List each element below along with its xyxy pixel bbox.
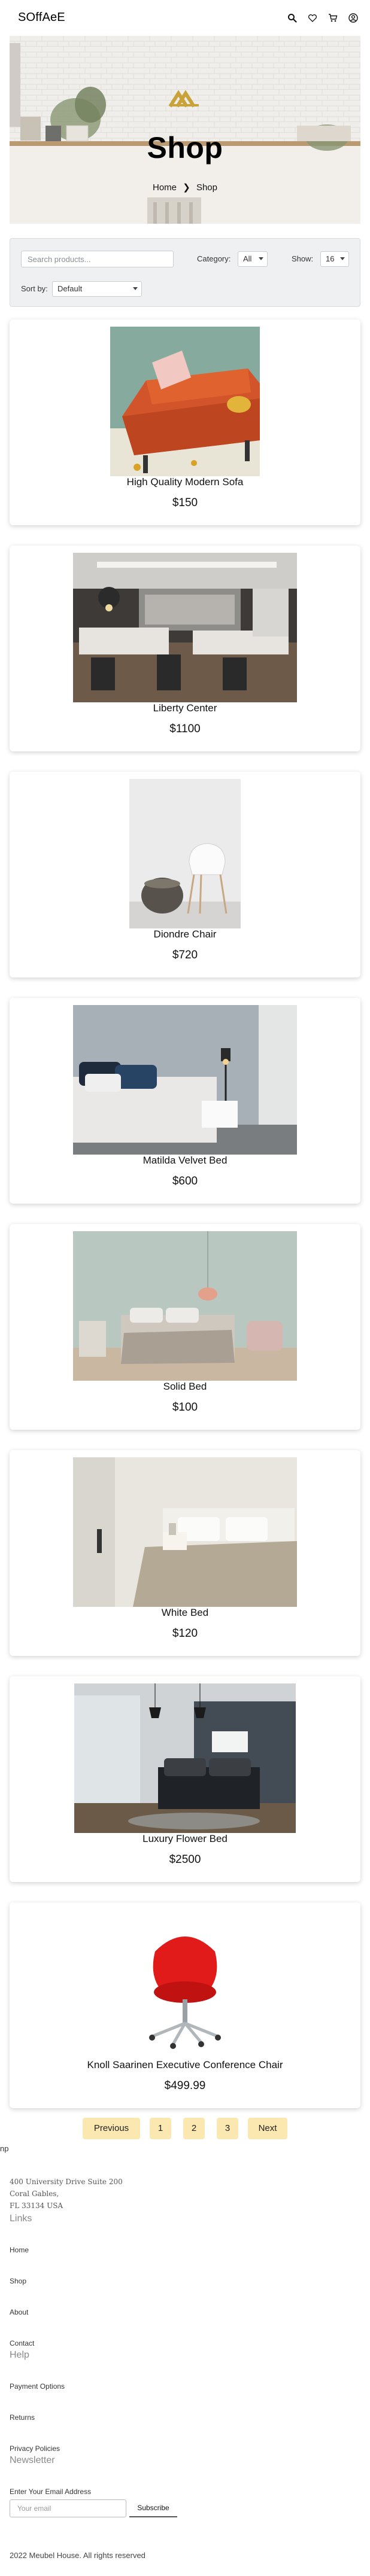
show-select[interactable]: 16: [320, 251, 349, 267]
product-price: $600: [172, 1175, 198, 1187]
product-card[interactable]: Diondre Chair $720: [10, 772, 360, 978]
address-line-2: Coral Gables,: [10, 2190, 59, 2198]
site-logo[interactable]: SOffAeE: [18, 11, 65, 25]
product-card[interactable]: Luxury Flower Bed $2500: [10, 1676, 360, 1882]
breadcrumb: Home ❯ Shop: [10, 182, 360, 193]
category-select[interactable]: All: [238, 251, 268, 267]
chevron-right-icon: ❯: [183, 182, 190, 193]
sort-select-value: Default: [57, 284, 83, 293]
footer-link-payment-options[interactable]: Payment Options: [10, 2382, 65, 2391]
product-image[interactable]: [73, 1457, 297, 1607]
header-icons: [287, 13, 358, 23]
product-image[interactable]: [129, 779, 241, 928]
product-image[interactable]: [110, 1910, 260, 2059]
product-card[interactable]: Matilda Velvet Bed $600: [10, 998, 360, 1204]
address-line-1: 400 University Drive Suite 200: [10, 2178, 123, 2186]
product-price: $499.99: [164, 2079, 206, 2092]
product-price: $100: [172, 1401, 198, 1414]
hero-background-image: [10, 36, 360, 224]
show-label: Show:: [292, 254, 314, 263]
product-card[interactable]: High Quality Modern Sofa $150: [10, 319, 360, 525]
chevron-down-icon: [133, 287, 138, 290]
next-page-button[interactable]: Next: [248, 2118, 287, 2139]
copyright-text: 2022 Meubel House. All rights reserved: [10, 2551, 145, 2560]
product-price: $150: [172, 497, 198, 509]
product-image[interactable]: [74, 1683, 296, 1833]
newsletter-heading: Newsletter: [10, 2455, 55, 2465]
breadcrumb-current: Shop: [196, 182, 217, 193]
links-heading: Links: [10, 2213, 32, 2224]
product-name[interactable]: Knoll Saarinen Executive Conference Chai…: [10, 2059, 360, 2071]
subscribe-button[interactable]: Subscribe: [129, 2499, 177, 2517]
pagination: Previous 1 2 3 Next: [0, 2118, 370, 2140]
show-select-value: 16: [326, 254, 335, 263]
heart-icon[interactable]: [308, 13, 317, 23]
footer-link-contact[interactable]: Contact: [10, 2339, 34, 2347]
product-price: $720: [172, 949, 198, 961]
product-name[interactable]: Solid Bed: [10, 1381, 360, 1393]
product-name[interactable]: Matilda Velvet Bed: [10, 1155, 360, 1167]
user-icon[interactable]: [348, 13, 358, 23]
product-card[interactable]: Knoll Saarinen Executive Conference Chai…: [10, 1902, 360, 2108]
product-image[interactable]: [73, 1005, 297, 1155]
product-name[interactable]: Diondre Chair: [10, 928, 360, 940]
product-name[interactable]: White Bed: [10, 1607, 360, 1619]
product-price: $2500: [169, 1853, 201, 1866]
category-select-value: All: [243, 254, 252, 263]
product-card[interactable]: White Bed $120: [10, 1450, 360, 1656]
breadcrumb-home[interactable]: Home: [153, 182, 177, 193]
footer-link-shop[interactable]: Shop: [10, 2277, 26, 2285]
newsletter-email-input[interactable]: [10, 2499, 126, 2517]
hero-banner: Shop Home ❯ Shop: [10, 36, 360, 224]
page-2-button[interactable]: 2: [183, 2118, 205, 2139]
page-title: Shop: [147, 131, 223, 165]
top-navbar: SOffAeE: [0, 0, 370, 36]
product-card[interactable]: Solid Bed $100: [10, 1224, 360, 1430]
product-card[interactable]: Liberty Center $1100: [10, 546, 360, 751]
shop-page: SOffAeE Shop Home ❯ Shop Search products…: [0, 0, 370, 2576]
address-line-3: FL 33134 USA: [10, 2202, 63, 2210]
product-name[interactable]: High Quality Modern Sofa: [10, 476, 360, 488]
footer-link-about[interactable]: About: [10, 2308, 28, 2316]
product-name[interactable]: Luxury Flower Bed: [10, 1833, 360, 1845]
page-3-button[interactable]: 3: [217, 2118, 238, 2139]
product-image[interactable]: [73, 1231, 297, 1381]
footer-link-privacy-policies[interactable]: Privacy Policies: [10, 2444, 60, 2453]
footer-link-returns[interactable]: Returns: [10, 2413, 35, 2422]
cart-icon[interactable]: [328, 13, 338, 23]
page-1-button[interactable]: 1: [150, 2118, 171, 2139]
search-input[interactable]: [21, 251, 174, 267]
footer-brand: np: [0, 2144, 9, 2153]
newsletter-label: Enter Your Email Address: [10, 2487, 92, 2496]
sort-label: Sort by:: [21, 284, 48, 293]
category-label: Category:: [197, 254, 231, 263]
product-image[interactable]: [110, 327, 260, 476]
chevron-down-icon: [259, 257, 263, 260]
footer-link-home[interactable]: Home: [10, 2246, 29, 2254]
previous-page-button[interactable]: Previous: [83, 2118, 140, 2139]
filter-bar: Category: All Show: 16 Sort by: Default: [10, 238, 360, 307]
product-price: $1100: [169, 723, 201, 735]
product-image[interactable]: [73, 553, 297, 702]
product-price: $120: [172, 1627, 198, 1640]
chevron-down-icon: [340, 257, 345, 260]
help-heading: Help: [10, 2350, 29, 2360]
sort-select[interactable]: Default: [52, 281, 142, 297]
product-name[interactable]: Liberty Center: [10, 702, 360, 714]
search-icon[interactable]: [287, 13, 297, 23]
